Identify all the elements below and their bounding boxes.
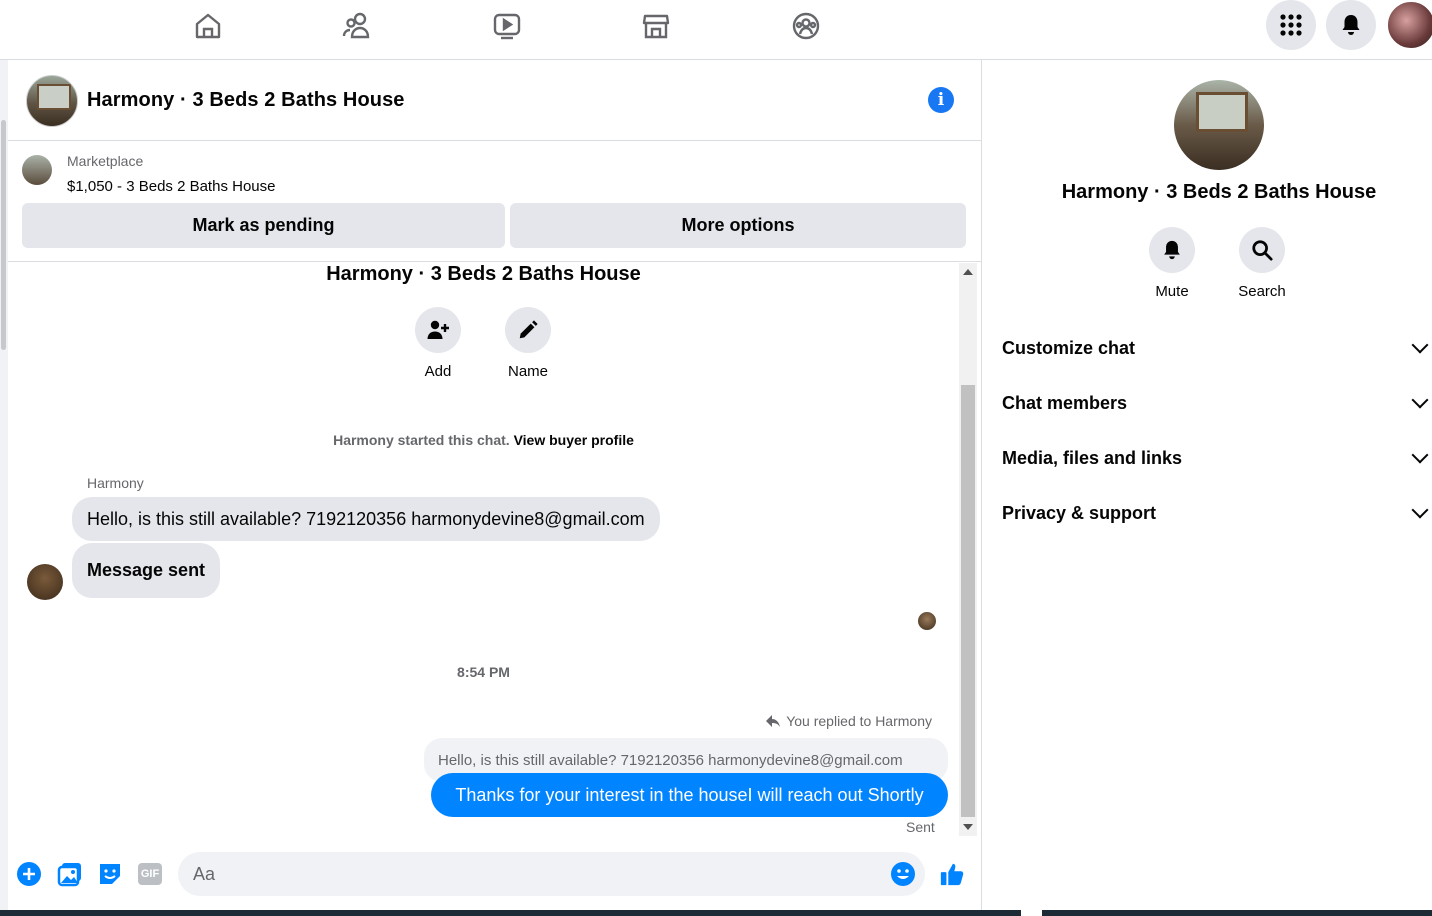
chat-started-notice: Harmony started this chat. View buyer pr… xyxy=(8,432,959,448)
seen-by-avatar xyxy=(918,612,936,630)
reply-arrow-icon xyxy=(766,715,781,727)
marketplace-label: Marketplace xyxy=(67,153,144,169)
gif-label: GIF xyxy=(138,863,162,885)
listing-price-title[interactable]: $1,050 - 3 Beds 2 Baths House xyxy=(67,178,275,195)
info-icon[interactable]: i xyxy=(928,87,954,113)
marketplace-listing-panel: Marketplace $1,050 - 3 Beds 2 Baths Hous… xyxy=(8,141,982,262)
section-chat-members[interactable]: Chat members xyxy=(1002,383,1432,423)
message-status: Sent xyxy=(906,819,935,835)
search-action[interactable]: Search xyxy=(1222,227,1302,300)
listing-thumbnail[interactable] xyxy=(22,155,52,185)
mute-action[interactable]: Mute xyxy=(1132,227,1212,300)
watch-icon[interactable] xyxy=(489,8,525,44)
more-options-button[interactable]: More options xyxy=(510,203,966,248)
section-media-files-links[interactable]: Media, files and links xyxy=(1002,438,1432,478)
section-label: Privacy & support xyxy=(1002,502,1157,523)
chevron-down-icon xyxy=(1411,336,1429,354)
sender-avatar[interactable] xyxy=(27,564,63,600)
menu-grid-icon[interactable] xyxy=(1266,0,1316,50)
section-customize-chat[interactable]: Customize chat xyxy=(1002,328,1432,368)
name-label: Name xyxy=(507,363,548,380)
sidebar-chat-avatar[interactable] xyxy=(1174,80,1264,170)
account-avatar[interactable] xyxy=(1386,0,1432,50)
friends-icon[interactable] xyxy=(339,8,375,44)
sidebar-chat-title: Harmony · 3 Beds 2 Baths House xyxy=(1061,181,1377,203)
section-label: Media, files and links xyxy=(1002,447,1183,468)
message-input[interactable] xyxy=(178,852,925,896)
chevron-down-icon xyxy=(1411,446,1429,464)
gif-icon[interactable]: GIF xyxy=(137,861,163,887)
incoming-message[interactable]: Hello, is this still available? 71921203… xyxy=(72,497,660,541)
sender-name: Harmony xyxy=(87,475,144,491)
message-thread: Harmony · 3 Beds 2 Baths House Add Name … xyxy=(8,263,963,835)
groups-icon[interactable] xyxy=(788,8,824,44)
scroll-down-icon[interactable] xyxy=(963,824,973,830)
search-icon[interactable] xyxy=(1239,227,1285,273)
scroll-up-icon[interactable] xyxy=(963,269,973,275)
section-privacy-support[interactable]: Privacy & support xyxy=(1002,493,1432,533)
scroll-thumb[interactable] xyxy=(961,385,975,817)
like-icon[interactable] xyxy=(939,861,965,887)
add-label: Add xyxy=(424,363,452,380)
taskbar-gap xyxy=(1021,910,1042,916)
thread-scrollbar[interactable] xyxy=(959,263,977,836)
mark-as-pending-button[interactable]: Mark as pending xyxy=(22,203,505,248)
add-icon[interactable] xyxy=(16,861,42,887)
bell-icon[interactable] xyxy=(1149,227,1195,273)
chat-avatar[interactable] xyxy=(26,75,78,127)
chat-title[interactable]: Harmony · 3 Beds 2 Baths House xyxy=(87,89,405,112)
section-label: Customize chat xyxy=(1002,337,1136,358)
message-composer: GIF xyxy=(8,840,982,910)
name-action[interactable]: Name xyxy=(498,307,558,380)
timestamp: 8:54 PM xyxy=(457,664,510,680)
incoming-message[interactable]: Message sent xyxy=(72,543,221,598)
add-person-action[interactable]: Add xyxy=(408,307,468,380)
home-icon[interactable] xyxy=(190,8,226,44)
replied-indicator: You replied to Harmony xyxy=(765,713,932,729)
outgoing-message[interactable]: Thanks for your interest in the houseI w… xyxy=(431,773,948,817)
pencil-icon[interactable] xyxy=(505,307,551,353)
emoji-icon[interactable] xyxy=(890,861,916,887)
sticker-icon[interactable] xyxy=(97,861,123,887)
chevron-down-icon xyxy=(1411,501,1429,519)
taskbar-strip xyxy=(0,910,1432,916)
notifications-bell-icon[interactable] xyxy=(1326,0,1376,50)
replied-text: You replied to Harmony xyxy=(786,713,932,729)
chat-info-sidebar: Harmony · 3 Beds 2 Baths House Mute Sear… xyxy=(983,60,1432,910)
left-scroll-thumb[interactable] xyxy=(1,120,6,350)
mute-label: Mute xyxy=(1155,283,1189,300)
chevron-down-icon xyxy=(1411,391,1429,409)
add-person-icon[interactable] xyxy=(415,307,461,353)
marketplace-icon[interactable] xyxy=(638,8,674,44)
chat-panel: Harmony · 3 Beds 2 Baths House i Marketp… xyxy=(8,60,982,910)
top-navigation-bar xyxy=(0,0,1432,60)
thread-title: Harmony · 3 Beds 2 Baths House xyxy=(326,263,641,285)
section-label: Chat members xyxy=(1002,392,1128,413)
search-label: Search xyxy=(1238,283,1286,300)
chat-header: Harmony · 3 Beds 2 Baths House i xyxy=(8,60,982,141)
view-buyer-profile-link[interactable]: View buyer profile xyxy=(514,432,634,448)
photo-icon[interactable] xyxy=(57,861,83,887)
left-scroll-strip xyxy=(0,60,8,916)
started-text: Harmony started this chat. xyxy=(333,432,510,448)
